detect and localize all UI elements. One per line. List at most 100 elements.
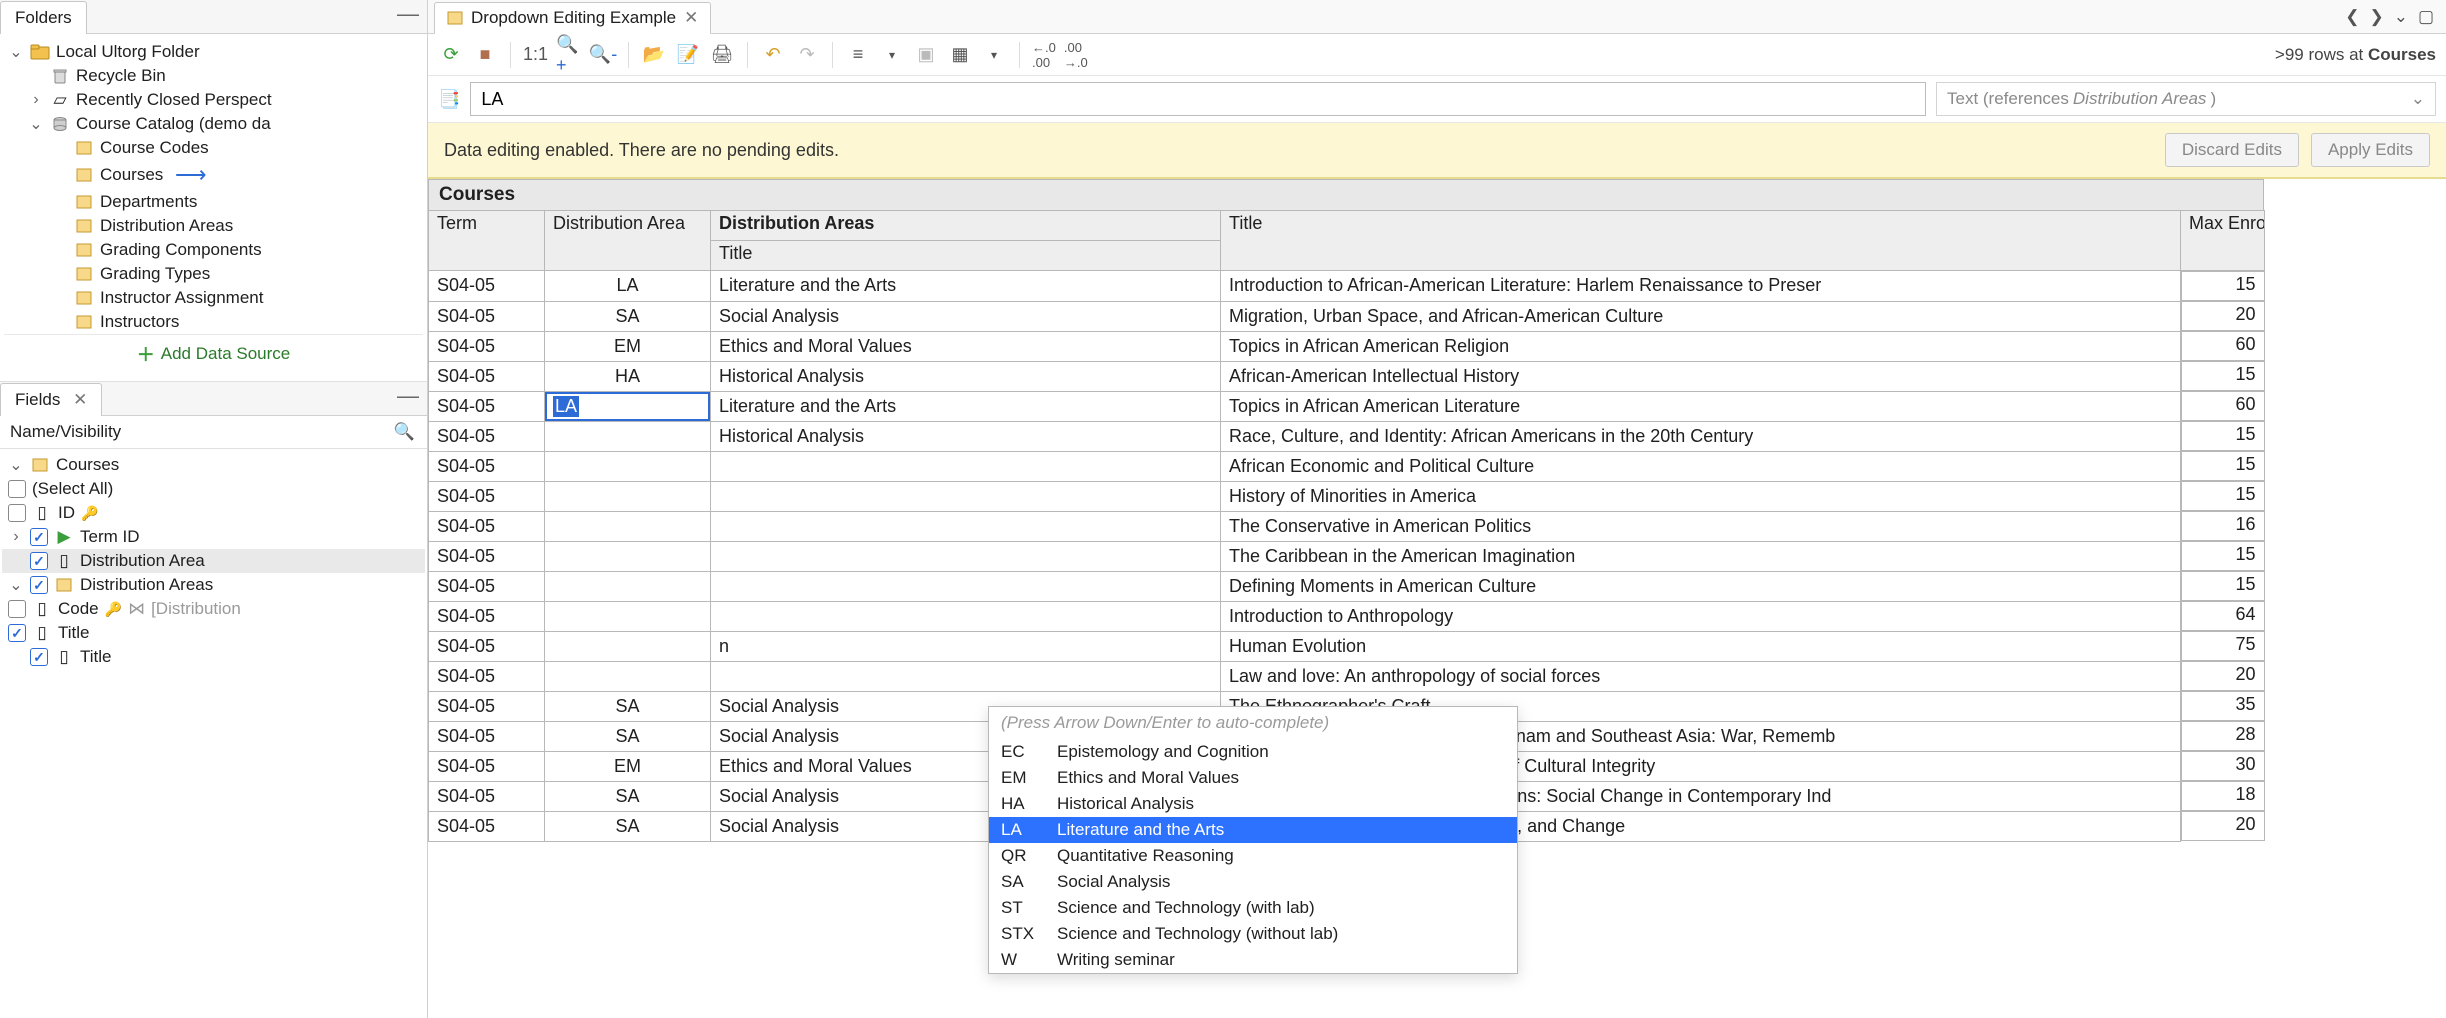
autocomplete-option[interactable]: ECEpistemology and Cognition bbox=[989, 739, 1517, 765]
cell-max-enroll[interactable]: 60 bbox=[2181, 331, 2265, 361]
cell-max-enroll[interactable]: 75 bbox=[2181, 631, 2265, 661]
cell-term[interactable]: S04-05 bbox=[429, 271, 545, 302]
autocomplete-option[interactable]: HAHistorical Analysis bbox=[989, 791, 1517, 817]
stop-button[interactable]: ■ bbox=[472, 42, 498, 68]
cell-term[interactable]: S04-05 bbox=[429, 541, 545, 571]
tree-root[interactable]: ⌄ Local Ultorg Folder bbox=[4, 40, 423, 64]
column-header-distribution-areas[interactable]: Distribution Areas bbox=[711, 211, 1221, 241]
fields-root[interactable]: ⌄ Courses bbox=[2, 453, 425, 477]
type-hint-dropdown[interactable]: Text (references Distribution Areas ) ⌄ bbox=[1936, 82, 2436, 116]
add-data-source-button[interactable]: ＋ Add Data Source bbox=[4, 334, 423, 373]
field-id[interactable]: ▯ ID 🔑 bbox=[2, 501, 425, 525]
table-row[interactable]: S04-05HAHistorical AnalysisAfrican-Ameri… bbox=[429, 361, 2265, 391]
prev-tab-button[interactable]: ❮ bbox=[2345, 7, 2359, 27]
tree-table-item[interactable]: Distribution Areas bbox=[4, 214, 423, 238]
cell-title[interactable]: Law and love: An anthropology of social … bbox=[1221, 661, 2181, 691]
cell-distribution-area[interactable]: LA bbox=[545, 391, 711, 421]
search-input[interactable] bbox=[470, 82, 1926, 116]
cell-distribution-title[interactable] bbox=[711, 601, 1221, 631]
checkbox-checked[interactable] bbox=[30, 528, 48, 546]
cell-distribution-title[interactable] bbox=[711, 481, 1221, 511]
chevron-down-icon[interactable]: ▾ bbox=[879, 42, 905, 68]
cell-max-enroll[interactable]: 64 bbox=[2181, 601, 2265, 631]
checkbox[interactable] bbox=[8, 504, 26, 522]
field-title[interactable]: ▯ Title bbox=[2, 621, 425, 645]
chevron-down-icon[interactable]: ⌄ bbox=[28, 114, 44, 134]
tree-table-item[interactable]: Grading Components bbox=[4, 238, 423, 262]
cell-distribution-area[interactable] bbox=[545, 481, 711, 511]
checkbox-checked[interactable] bbox=[30, 552, 48, 570]
cell-distribution-area[interactable] bbox=[545, 511, 711, 541]
cell-distribution-area[interactable]: SA bbox=[545, 781, 711, 811]
refresh-button[interactable]: ⟳ bbox=[438, 42, 464, 68]
cell-distribution-area[interactable] bbox=[545, 451, 711, 481]
cell-max-enroll[interactable]: 15 bbox=[2181, 361, 2265, 391]
field-code[interactable]: ▯ Code 🔑 ⋈ [Distribution bbox=[2, 597, 425, 621]
print-button[interactable]: 🖨 bbox=[709, 42, 735, 68]
increase-decimal-button[interactable]: .00→.0 bbox=[1064, 42, 1088, 68]
cell-title[interactable]: The Caribbean in the American Imaginatio… bbox=[1221, 541, 2181, 571]
cell-max-enroll[interactable]: 16 bbox=[2181, 511, 2265, 541]
field-distribution-areas[interactable]: ⌄ Distribution Areas bbox=[2, 573, 425, 597]
cell-title[interactable]: African-American Intellectual History bbox=[1221, 361, 2181, 391]
copy-button[interactable]: ▣ bbox=[913, 42, 939, 68]
cell-term[interactable]: S04-05 bbox=[429, 451, 545, 481]
zoom-out-button[interactable]: 🔍- bbox=[590, 42, 616, 68]
table-row[interactable]: S04-05nHuman Evolution75 bbox=[429, 631, 2265, 661]
column-header-term[interactable]: Term bbox=[429, 211, 545, 271]
cell-distribution-area[interactable]: HA bbox=[545, 361, 711, 391]
cell-term[interactable]: S04-05 bbox=[429, 301, 545, 331]
cell-distribution-title[interactable] bbox=[711, 511, 1221, 541]
tree-table-item[interactable]: Courses⟵ bbox=[4, 160, 423, 190]
field-distribution-area[interactable]: ▯ Distribution Area bbox=[2, 549, 425, 573]
zoom-in-button[interactable]: 🔍+ bbox=[556, 42, 582, 68]
checkbox-checked[interactable] bbox=[8, 624, 26, 642]
cell-max-enroll[interactable]: 35 bbox=[2181, 691, 2265, 721]
cell-distribution-area[interactable] bbox=[545, 541, 711, 571]
apply-edits-button[interactable]: Apply Edits bbox=[2311, 133, 2430, 167]
tree-table-item[interactable]: Departments bbox=[4, 190, 423, 214]
undo-button[interactable]: ↶ bbox=[760, 42, 786, 68]
cell-title[interactable]: Introduction to Anthropology bbox=[1221, 601, 2181, 631]
autocomplete-option[interactable]: WWriting seminar bbox=[989, 947, 1517, 973]
tree-recently-closed[interactable]: › ▱ Recently Closed Perspect bbox=[4, 88, 423, 112]
align-button[interactable]: ≡ bbox=[845, 42, 871, 68]
cell-max-enroll[interactable]: 30 bbox=[2181, 751, 2265, 781]
cell-max-enroll[interactable]: 15 bbox=[2181, 271, 2265, 301]
cell-title[interactable]: Human Evolution bbox=[1221, 631, 2181, 661]
checkbox[interactable] bbox=[8, 480, 26, 498]
cell-max-enroll[interactable]: 15 bbox=[2181, 421, 2265, 451]
open-button[interactable]: 📂 bbox=[641, 42, 667, 68]
cell-max-enroll[interactable]: 20 bbox=[2181, 661, 2265, 691]
maximize-icon[interactable]: ▢ bbox=[2418, 7, 2434, 27]
cell-distribution-title[interactable]: Historical Analysis bbox=[711, 421, 1221, 451]
tree-recycle-bin[interactable]: Recycle Bin bbox=[4, 64, 423, 88]
cell-term[interactable]: S04-05 bbox=[429, 751, 545, 781]
table-row[interactable]: S04-05SASocial AnalysisMigration, Urban … bbox=[429, 301, 2265, 331]
column-header-distribution-area[interactable]: Distribution Area bbox=[545, 211, 711, 271]
dropdown-icon[interactable]: ⌄ bbox=[2394, 7, 2408, 27]
cell-max-enroll[interactable]: 15 bbox=[2181, 481, 2265, 511]
discard-edits-button[interactable]: Discard Edits bbox=[2165, 133, 2299, 167]
cell-max-enroll[interactable]: 28 bbox=[2181, 721, 2265, 751]
table-row[interactable]: S04-05Historical AnalysisRace, Culture, … bbox=[429, 421, 2265, 451]
cell-distribution-area[interactable]: SA bbox=[545, 301, 711, 331]
cell-title[interactable]: History of Minorities in America bbox=[1221, 481, 2181, 511]
field-title-2[interactable]: ▯ Title bbox=[2, 645, 425, 669]
cell-distribution-area[interactable]: SA bbox=[545, 721, 711, 751]
cell-max-enroll[interactable]: 20 bbox=[2181, 301, 2265, 331]
cell-term[interactable]: S04-05 bbox=[429, 361, 545, 391]
cell-distribution-area[interactable]: SA bbox=[545, 691, 711, 721]
table-row[interactable]: S04-05Introduction to Anthropology64 bbox=[429, 601, 2265, 631]
cell-distribution-title[interactable] bbox=[711, 451, 1221, 481]
chevron-right-icon[interactable]: › bbox=[28, 91, 44, 109]
table-row[interactable]: S04-05 African Economic and Political Cul… bbox=[429, 451, 2265, 481]
column-header-max-enroll[interactable]: Max Enroll bbox=[2181, 211, 2265, 271]
autocomplete-option[interactable]: QRQuantitative Reasoning bbox=[989, 843, 1517, 869]
chevron-down-icon[interactable]: ⌄ bbox=[8, 575, 24, 595]
cell-distribution-title[interactable]: Historical Analysis bbox=[711, 361, 1221, 391]
checkbox-checked[interactable] bbox=[30, 648, 48, 666]
chevron-down-icon[interactable]: ⌄ bbox=[8, 455, 24, 475]
minimize-panel-button[interactable]: — bbox=[397, 9, 419, 25]
cell-title[interactable]: African Economic and Political Culture bbox=[1221, 451, 2181, 481]
